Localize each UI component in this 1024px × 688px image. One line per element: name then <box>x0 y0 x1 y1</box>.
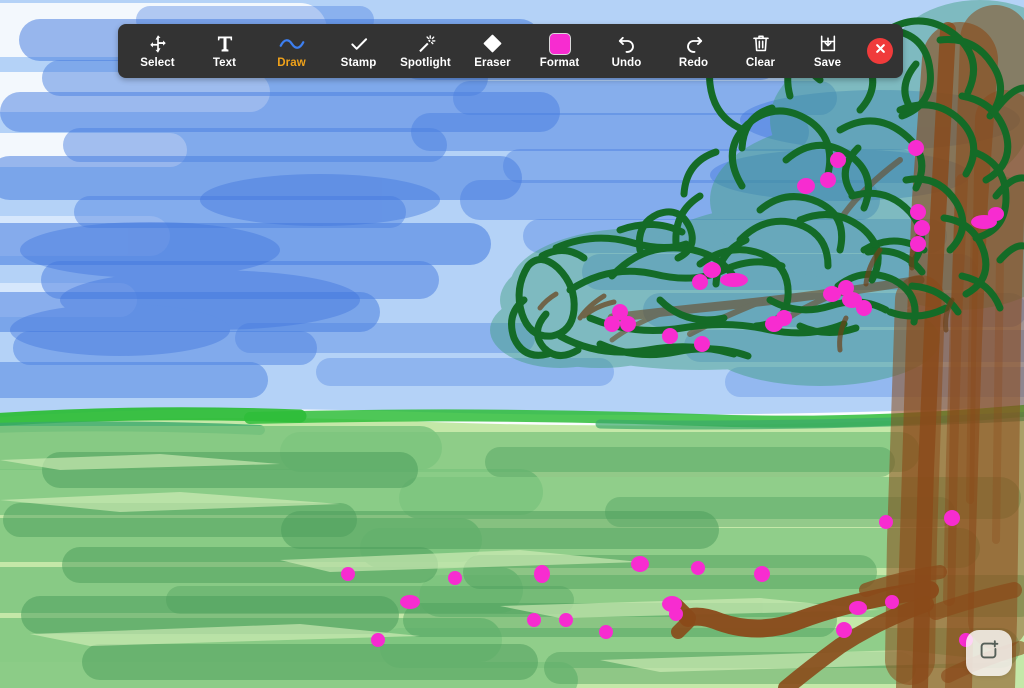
undo-arrow-icon <box>616 33 638 55</box>
tool-redo[interactable]: Redo <box>660 24 727 78</box>
tool-label: Save <box>813 56 842 69</box>
trash-icon <box>751 33 771 55</box>
tool-label: Eraser <box>474 56 511 69</box>
close-x-icon <box>874 42 887 60</box>
tool-select[interactable]: Select <box>124 24 191 78</box>
tool-label: Stamp <box>340 56 377 69</box>
tool-label: Draw <box>277 56 306 69</box>
text-t-icon <box>215 33 235 55</box>
eraser-icon <box>482 33 503 55</box>
drawing-canvas[interactable] <box>0 0 1024 688</box>
tool-label: Undo <box>611 56 642 69</box>
tool-draw[interactable]: Draw <box>258 24 325 78</box>
new-page-plus-icon <box>976 638 1002 669</box>
tool-label: Format <box>539 56 580 69</box>
tool-label: Spotlight <box>400 56 451 69</box>
tool-label: Redo <box>678 56 709 69</box>
drawing-toolbar: Select Text Draw Stamp Spotlight Eraser … <box>118 24 903 78</box>
checkmark-icon <box>348 33 370 55</box>
tool-label: Select <box>140 56 175 69</box>
close-button[interactable] <box>867 38 893 64</box>
tool-format[interactable]: Format <box>526 24 593 78</box>
tool-text[interactable]: Text <box>191 24 258 78</box>
wave-line-icon <box>279 33 305 55</box>
whiteboard-app: Select Text Draw Stamp Spotlight Eraser … <box>0 0 1024 688</box>
move-arrows-icon <box>148 33 168 55</box>
tool-label: Text <box>212 56 237 69</box>
save-download-icon <box>818 33 838 55</box>
current-color-swatch <box>548 32 571 55</box>
tool-save[interactable]: Save <box>794 24 861 78</box>
redo-arrow-icon <box>683 33 705 55</box>
tool-eraser[interactable]: Eraser <box>459 24 526 78</box>
tool-label: Clear <box>745 56 776 69</box>
tool-undo[interactable]: Undo <box>593 24 660 78</box>
tool-stamp[interactable]: Stamp <box>325 24 392 78</box>
magic-wand-icon <box>415 33 437 55</box>
tool-spotlight[interactable]: Spotlight <box>392 24 459 78</box>
new-page-button[interactable] <box>966 630 1012 676</box>
color-swatch-icon <box>548 32 571 55</box>
tool-clear[interactable]: Clear <box>727 24 794 78</box>
